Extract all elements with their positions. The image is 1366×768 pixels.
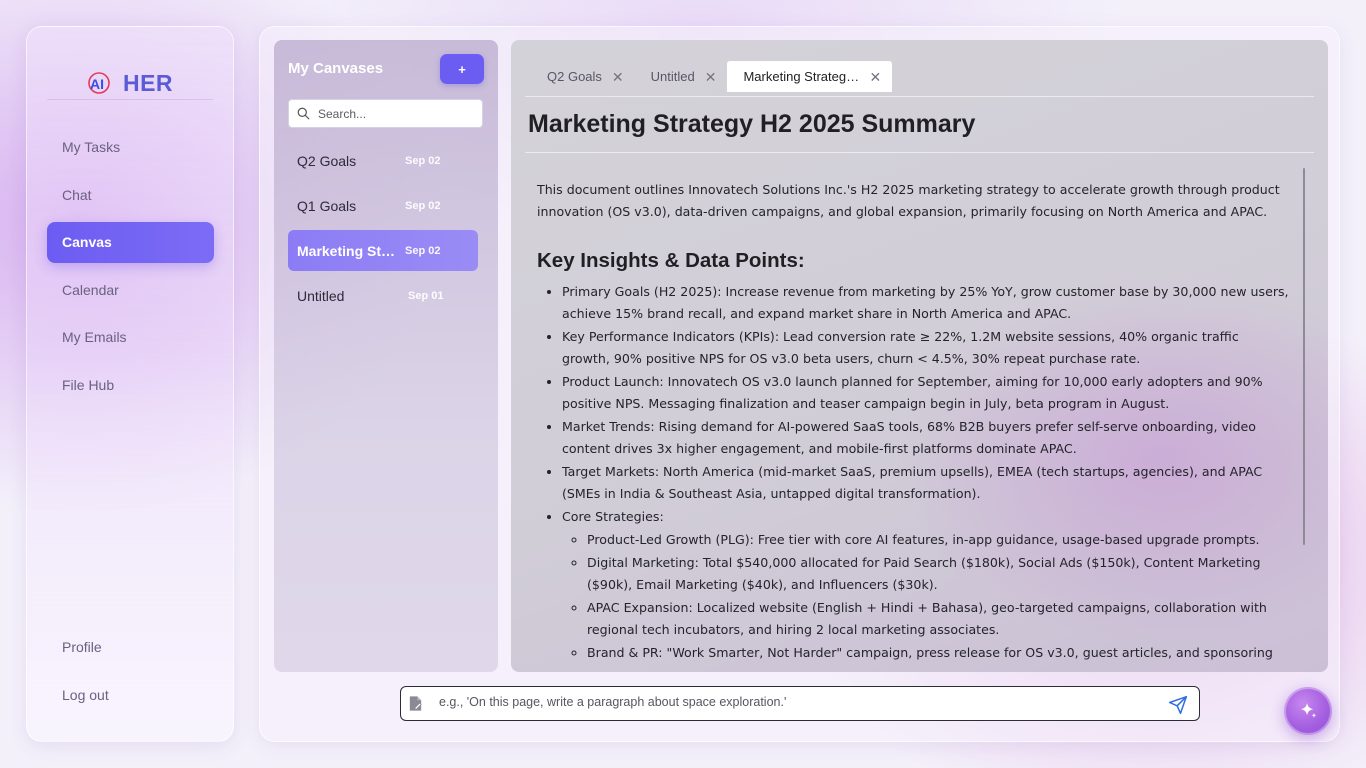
- prompt-bar: [400, 686, 1200, 721]
- brand[interactable]: AI HER: [27, 63, 233, 103]
- canvas-item-date: Sep 02: [405, 200, 441, 212]
- canvas-item-date: Sep 02: [405, 155, 441, 167]
- list-item: Product-Led Growth (PLG): Free tier with…: [587, 529, 1289, 551]
- list-item: Digital Marketing: Total $540,000 alloca…: [587, 552, 1289, 596]
- main-nav: My Tasks Chat Canvas Calendar My Emails …: [47, 127, 214, 412]
- search-icon: [297, 107, 310, 120]
- canvases-title: My Canvases: [288, 60, 384, 77]
- canvas-item-marketing-strategy[interactable]: Marketing Strategy H2 2025 Summary Sep 0…: [288, 230, 478, 271]
- document-title[interactable]: Marketing Strategy H2 2025 Summary: [528, 110, 975, 139]
- canvas-item-title: Untitled: [297, 288, 345, 304]
- nav-item-calendar[interactable]: Calendar: [47, 270, 214, 311]
- sidebar: AI HER My Tasks Chat Canvas Calendar My …: [26, 26, 234, 742]
- nav-item-file-hub[interactable]: File Hub: [47, 365, 214, 406]
- nav-item-canvas[interactable]: Canvas: [47, 222, 214, 263]
- canvas-list: Q2 Goals Sep 02 Q1 Goals Sep 02 Marketin…: [288, 140, 478, 320]
- document-icon[interactable]: [407, 695, 424, 712]
- account-nav: Profile Log out: [47, 627, 214, 722]
- nav-item-my-tasks[interactable]: My Tasks: [47, 127, 214, 168]
- tab-q2-goals[interactable]: Q2 Goals ✕: [531, 61, 635, 92]
- nav-item-profile[interactable]: Profile: [47, 627, 214, 668]
- main-panel: My Canvases + Q2 Goals Sep 02 Q1 Goals S…: [259, 26, 1340, 742]
- ai-assistant-button[interactable]: [1284, 687, 1332, 735]
- sparkle-icon: [1300, 702, 1317, 718]
- ai-logo-icon: AI: [88, 72, 110, 94]
- brand-divider: [47, 99, 213, 100]
- brand-name: HER: [122, 69, 174, 96]
- document-body[interactable]: This document outlines Innovatech Soluti…: [537, 179, 1289, 665]
- tabs-divider: [525, 96, 1314, 97]
- list-item-core-strategies: Core Strategies: Product-Led Growth (PLG…: [562, 506, 1289, 664]
- canvas-search: [288, 99, 483, 128]
- list-item: Key Performance Indicators (KPIs): Lead …: [562, 326, 1289, 370]
- close-icon[interactable]: ✕: [705, 70, 717, 84]
- list-item: Brand & PR: "Work Smarter, Not Harder" c…: [587, 642, 1289, 664]
- canvas-item-date: Sep 02: [405, 245, 441, 257]
- list-item: APAC Expansion: Localized website (Engli…: [587, 597, 1289, 641]
- canvas-item-title: Marketing Strategy H2 2025 Summary: [297, 243, 397, 259]
- nav-item-log-out[interactable]: Log out: [47, 675, 214, 716]
- title-divider: [525, 152, 1314, 153]
- canvas-item-untitled[interactable]: Untitled Sep 01: [288, 275, 478, 316]
- section-heading: Key Insights & Data Points:: [537, 249, 805, 272]
- canvas-item-title: Q2 Goals: [297, 153, 357, 169]
- document-panel: Q2 Goals ✕ Untitled ✕ Marketing Strategy…: [511, 40, 1328, 672]
- tab-marketing-strategy[interactable]: Marketing Strategy H2 2025 Summary ✕: [727, 61, 893, 92]
- canvas-item-date: Sep 01: [408, 290, 444, 302]
- tab-label: Untitled: [650, 69, 695, 84]
- canvas-item-title: Q1 Goals: [297, 198, 357, 214]
- tab-label: Q2 Goals: [547, 69, 602, 84]
- list-item-label: Core Strategies:: [562, 509, 664, 524]
- nav-item-my-emails[interactable]: My Emails: [47, 317, 214, 358]
- tab-untitled[interactable]: Untitled ✕: [635, 61, 728, 92]
- document-scrollbar[interactable]: [1303, 168, 1305, 545]
- document-tabs: Q2 Goals ✕ Untitled ✕ Marketing Strategy…: [531, 61, 893, 92]
- key-insights-list: Primary Goals (H2 2025): Increase revenu…: [537, 281, 1289, 664]
- search-input[interactable]: [318, 106, 478, 121]
- canvas-item-q1-goals[interactable]: Q1 Goals Sep 02: [288, 185, 478, 226]
- list-item: Product Launch: Innovatech OS v3.0 launc…: [562, 371, 1289, 415]
- document-intro: This document outlines Innovatech Soluti…: [537, 182, 1280, 219]
- core-strategies-list: Product-Led Growth (PLG): Free tier with…: [562, 529, 1289, 664]
- prompt-input[interactable]: [439, 695, 1159, 709]
- tab-label: Marketing Strategy H2 2025 Summary: [743, 69, 859, 84]
- add-canvas-button[interactable]: +: [440, 54, 484, 84]
- send-icon[interactable]: [1168, 695, 1188, 715]
- canvas-item-q2-goals[interactable]: Q2 Goals Sep 02: [288, 140, 478, 181]
- brand-logo-text: AI: [90, 76, 104, 92]
- list-item: Market Trends: Rising demand for AI-powe…: [562, 416, 1289, 460]
- nav-item-chat[interactable]: Chat: [47, 175, 214, 216]
- close-icon[interactable]: ✕: [869, 70, 881, 84]
- list-item: Primary Goals (H2 2025): Increase revenu…: [562, 281, 1289, 325]
- canvases-panel: My Canvases + Q2 Goals Sep 02 Q1 Goals S…: [274, 40, 498, 672]
- list-item: Target Markets: North America (mid-marke…: [562, 461, 1289, 505]
- close-icon[interactable]: ✕: [612, 70, 624, 84]
